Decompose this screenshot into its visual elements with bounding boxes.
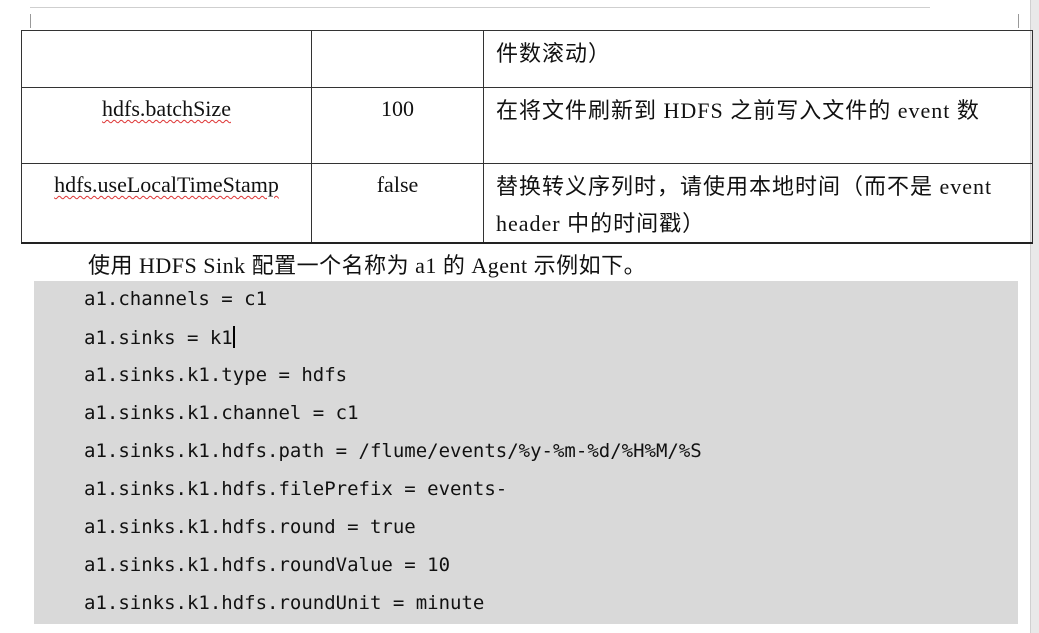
margin-marker-right bbox=[1018, 14, 1019, 28]
code-line: a1.sinks.k1.hdfs.round = true bbox=[84, 516, 416, 538]
param-description: 件数滚动） bbox=[483, 30, 1033, 88]
param-description: 在将文件刷新到 HDFS 之前写入文件的 event 数 bbox=[483, 87, 1033, 164]
param-default: 100 bbox=[311, 87, 484, 164]
margin-marker-left bbox=[30, 14, 31, 28]
page-top-rule bbox=[30, 7, 930, 8]
code-line: a1.sinks.k1.hdfs.roundValue = 10 bbox=[84, 554, 451, 576]
code-block[interactable]: a1.channels = c1 a1.sinks = k1 a1.sinks.… bbox=[34, 281, 1018, 624]
param-default: false bbox=[311, 163, 484, 244]
param-default bbox=[311, 30, 484, 88]
param-name: hdfs.batchSize bbox=[21, 87, 312, 164]
param-name bbox=[21, 30, 312, 88]
parameter-table: 件数滚动） hdfs.batchSize 100 在将文件刷新到 HDFS 之前… bbox=[21, 30, 1033, 244]
table-row: 件数滚动） bbox=[21, 30, 1033, 88]
code-line: a1.sinks.k1.channel = c1 bbox=[84, 402, 359, 424]
code-line: a1.sinks = k1 bbox=[84, 326, 235, 349]
intro-paragraph: 使用 HDFS Sink 配置一个名称为 a1 的 Agent 示例如下。 bbox=[88, 253, 647, 278]
code-line: a1.sinks.k1.type = hdfs bbox=[84, 364, 348, 386]
text-cursor bbox=[232, 326, 235, 348]
param-description: 替换转义序列时，请使用本地时间（而不是 event header 中的时间戳） bbox=[483, 163, 1033, 244]
table-row: hdfs.useLocalTimeStamp false 替换转义序列时，请使用… bbox=[21, 163, 1033, 244]
code-line-text: a1.sinks = k1 bbox=[84, 327, 233, 349]
param-name: hdfs.useLocalTimeStamp bbox=[21, 163, 312, 244]
code-line: a1.sinks.k1.hdfs.filePrefix = events- bbox=[84, 478, 508, 500]
code-line: a1.sinks.k1.hdfs.roundUnit = minute bbox=[84, 592, 485, 614]
code-line: a1.channels = c1 bbox=[84, 288, 268, 310]
table-row: hdfs.batchSize 100 在将文件刷新到 HDFS 之前写入文件的 … bbox=[21, 87, 1033, 164]
code-line: a1.sinks.k1.hdfs.path = /flume/events/%y… bbox=[84, 440, 702, 462]
